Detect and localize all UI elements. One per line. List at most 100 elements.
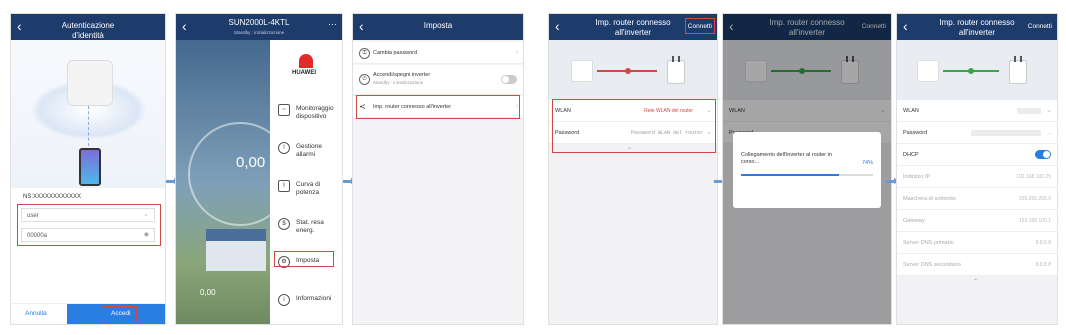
row-value: 8.8.8.8 — [1035, 262, 1051, 268]
password-row[interactable]: Password... — [897, 122, 1057, 144]
back-icon[interactable]: ‹ — [555, 19, 560, 33]
menu-energy-stats[interactable]: $ Stat. resa energ. — [278, 216, 336, 242]
device-illustration — [11, 40, 165, 188]
row-label: Server DNS secondario — [903, 262, 961, 268]
device-status: Standby : inizializzazione — [233, 30, 285, 35]
curve-icon: ⌇ — [278, 180, 290, 192]
huawei-logo — [296, 54, 316, 68]
settings-header: ‹ Imposta — [353, 14, 523, 40]
menu-label: Informazioni — [296, 295, 332, 302]
row-label: Server DNS primario — [903, 240, 954, 246]
wlan-value-placeholder — [1017, 108, 1041, 114]
home-header: ‹ SUN2000L-4KTL Standby : inizializzazio… — [176, 14, 342, 40]
router-row-highlight — [356, 95, 520, 119]
inverter-plug-icon — [667, 56, 685, 84]
progress-fill — [741, 174, 839, 176]
connect-highlight — [685, 18, 715, 34]
router-icon — [571, 60, 593, 82]
auth-header: ‹ Autenticazione d'identità — [11, 14, 165, 40]
home-screen: ‹ SUN2000L-4KTL Standby : inizializzazio… — [175, 13, 343, 325]
wlan-row[interactable]: WLAN ⌄ — [897, 100, 1057, 122]
back-icon[interactable]: ‹ — [903, 19, 908, 33]
router-header: ‹ Imp. router connesso all'inverter Conn… — [897, 14, 1057, 40]
collapse-icon[interactable]: ⌃ — [973, 278, 978, 285]
wlan-fields-highlight — [552, 99, 716, 153]
alarm-icon: ! — [278, 142, 290, 154]
progress-track — [741, 174, 873, 176]
lock-icon: ⚿ — [359, 48, 370, 59]
back-icon[interactable]: ‹ — [17, 19, 22, 33]
power-row: ⏻ Accendi/spegni inverter Standby : iniz… — [353, 65, 523, 95]
settings-highlight — [274, 251, 334, 267]
dhcp-row: DHCP — [897, 144, 1057, 166]
auth-screen: ‹ Autenticazione d'identità NS:XXXXXXXXX… — [10, 13, 166, 325]
change-password-row[interactable]: ⚿ Cambia password › — [353, 42, 523, 64]
serial-number: NS:XXXXXXXXXXXX — [23, 194, 82, 200]
menu-label: Gestione allarmi — [296, 143, 323, 158]
connection-line — [88, 106, 90, 146]
gateway-row: Gateway 192.168.100.1 — [897, 210, 1057, 232]
row-label: Gateway — [903, 218, 925, 224]
disconnected-dot — [625, 68, 631, 74]
row-value: 255.255.255.0 — [1019, 196, 1051, 202]
power-icon: ⏻ — [359, 74, 370, 85]
connecting-screen: ‹ Imp. router connesso all'inverter Conn… — [722, 13, 892, 325]
phone-image — [79, 148, 101, 186]
power-toggle[interactable] — [501, 75, 517, 84]
credentials-highlight — [17, 204, 161, 246]
brand-name: HUAWEI — [292, 70, 316, 76]
row-label: Cambia password — [373, 50, 418, 56]
side-menu: HUAWEI ~ Monitoraggio dispositivo ! Gestio… — [270, 40, 342, 324]
chevron-down-icon: ⌄ — [1046, 107, 1052, 114]
auth-footer: Annulla Accedi — [11, 303, 165, 324]
ip-row: Indirizzo IP 192.168.100.25 — [897, 166, 1057, 188]
more-icon[interactable]: ··· — [328, 19, 337, 29]
dns-secondary-row: Server DNS secondario 8.8.8.8 — [897, 254, 1057, 276]
monitor-icon: ~ — [278, 104, 290, 116]
progress-dialog: Collegamento dell'inverter al router in … — [733, 132, 881, 208]
menu-monitoring[interactable]: ~ Monitoraggio dispositivo — [278, 102, 336, 128]
topology — [897, 40, 1057, 100]
auth-title: Autenticazione d'identità — [61, 21, 115, 40]
energy-value: 0,00 — [236, 154, 266, 171]
row-label: Password — [903, 130, 928, 136]
password-value-placeholder — [971, 130, 1041, 136]
back-icon[interactable]: ‹ — [359, 19, 364, 33]
subnet-row: Maschera di sottorete 255.255.255.0 — [897, 188, 1057, 210]
row-value: 192.168.100.1 — [1019, 218, 1051, 224]
router-icon — [917, 60, 939, 82]
menu-power-curve[interactable]: ⌇ Curva di potenza — [278, 178, 336, 204]
topology — [549, 40, 717, 100]
settings-title: Imposta — [423, 21, 453, 30]
stats-icon: $ — [278, 218, 290, 230]
row-value: 192.168.100.25 — [1016, 174, 1051, 180]
menu-info[interactable]: i Informazioni — [278, 292, 336, 318]
connect-button[interactable]: Connetti — [1028, 22, 1052, 32]
row-label: DHCP — [903, 152, 919, 158]
row-value: 8.8.8.8 — [1035, 240, 1051, 246]
house-image — [206, 229, 266, 271]
dns-primary-row: Server DNS primario 8.8.8.8 — [897, 232, 1057, 254]
settings-screen: ‹ Imposta ⚿ Cambia password › ⏻ Accendi/… — [352, 13, 524, 325]
cancel-button[interactable]: Annulla — [25, 310, 47, 317]
progress-percent: 74% — [861, 160, 873, 166]
info-icon: i — [278, 294, 290, 306]
row-label: Maschera di sottorete — [903, 196, 956, 202]
router-config-screen: ‹ Imp. router connesso all'inverter Conn… — [548, 13, 718, 325]
device-model: SUN2000L-4KTL — [228, 18, 290, 27]
menu-alarms[interactable]: ! Gestione allarmi — [278, 140, 336, 166]
dhcp-toggle[interactable] — [1035, 150, 1051, 159]
menu-label: Monitoraggio dispositivo — [296, 105, 334, 120]
login-button[interactable]: Accedi — [67, 304, 165, 324]
connected-dot — [968, 68, 974, 74]
row-label: WLAN — [903, 108, 919, 114]
bottom-value: 0,00 — [200, 288, 216, 297]
dialog-text: Collegamento dell'inverter al router in … — [741, 152, 832, 165]
row-label: Indirizzo IP — [903, 174, 931, 180]
chevron-right-icon: › — [515, 49, 518, 56]
back-icon[interactable]: ‹ — [182, 19, 187, 33]
password-dots: ... — [1047, 130, 1052, 136]
login-highlight — [101, 306, 137, 322]
router-details-screen: ‹ Imp. router connesso all'inverter Conn… — [896, 13, 1058, 325]
inverter-plug-icon — [1009, 56, 1027, 84]
